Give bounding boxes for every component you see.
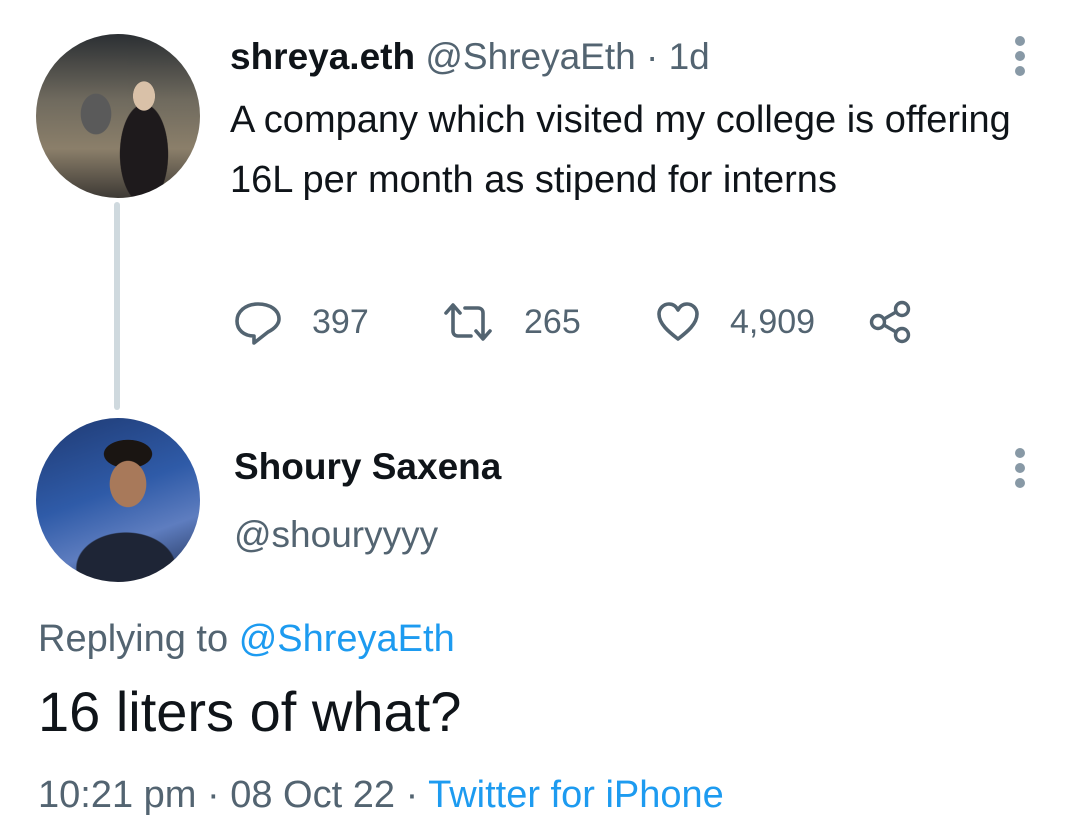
tweet-source[interactable]: Twitter for iPhone xyxy=(428,774,724,816)
reply-author-name[interactable]: Shoury Saxena xyxy=(234,444,501,490)
reply-icon xyxy=(235,302,281,345)
reply-button[interactable]: 397 xyxy=(232,298,369,346)
meta-separator: · xyxy=(405,774,419,816)
replying-to-mention[interactable]: @ShreyaEth xyxy=(239,618,455,660)
thread-connector-line xyxy=(114,202,120,410)
tweet-text: A company which visited my college is of… xyxy=(230,99,1011,201)
tweet-age[interactable]: 1d xyxy=(669,36,710,77)
more-options-icon[interactable] xyxy=(1014,448,1026,488)
reply-author-handle[interactable]: @shouryyyy xyxy=(234,512,438,558)
header-separator: · xyxy=(646,36,659,77)
retweet-button[interactable]: 265 xyxy=(440,298,581,346)
tweet-metadata: 10:21 pm · 08 Oct 22 · Twitter for iPhon… xyxy=(38,770,724,820)
retweet-count: 265 xyxy=(524,302,581,341)
tweet-date[interactable]: 08 Oct 22 xyxy=(230,774,395,816)
reply-count: 397 xyxy=(312,302,369,341)
like-count: 4,909 xyxy=(730,302,816,341)
replying-to-line: Replying to @ShreyaEth xyxy=(38,614,455,664)
replying-to-label: Replying to xyxy=(38,618,229,660)
more-options-icon[interactable] xyxy=(1014,36,1026,76)
like-button[interactable]: 4,909 xyxy=(654,298,815,346)
author-name[interactable]: shreya.eth xyxy=(230,36,415,77)
share-button[interactable] xyxy=(868,298,914,346)
avatar[interactable] xyxy=(36,34,200,198)
heart-icon xyxy=(657,302,699,341)
tweet-time[interactable]: 10:21 pm xyxy=(38,774,196,816)
reply-text: 16 liters of what? xyxy=(38,680,462,743)
share-icon xyxy=(869,300,911,344)
retweet-icon xyxy=(444,303,492,341)
avatar[interactable] xyxy=(36,418,200,582)
author-handle[interactable]: @ShreyaEth xyxy=(425,36,635,77)
meta-separator: · xyxy=(207,774,220,816)
tweet-header: shreya.eth @ShreyaEth · 1d xyxy=(230,34,710,80)
